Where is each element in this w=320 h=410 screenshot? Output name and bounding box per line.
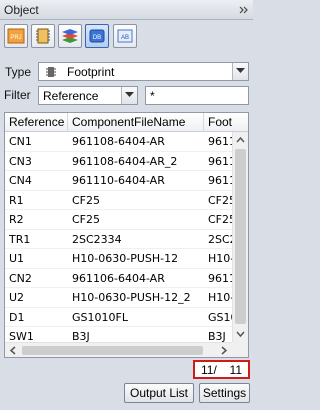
column-header-reference[interactable]: Reference: [5, 113, 68, 132]
counter-total: 11: [229, 363, 242, 377]
chevron-down-icon: [236, 68, 245, 73]
record-counter: 11/ 11: [193, 360, 250, 379]
type-select-value: Footprint: [67, 65, 115, 79]
cell-footprint: CF25: [208, 213, 232, 226]
ab-icon: AB: [117, 29, 133, 43]
object-table: Reference ComponentFileName Foot CN1 9611…: [4, 112, 249, 358]
cell-component-file-name: H10-0630-PUSH-12_2: [72, 291, 191, 304]
type-select[interactable]: Footprint: [38, 62, 249, 81]
component-icon: [36, 28, 50, 44]
cell-reference: U2: [9, 291, 25, 304]
cell-component-file-name: CF25: [72, 193, 101, 207]
cell-footprint: 9611: [208, 135, 232, 148]
table-row[interactable]: CN4 961110-6404-AR 9611: [5, 171, 232, 191]
output-list-button[interactable]: Output List: [124, 383, 194, 403]
table-row[interactable]: U2 H10-0630-PUSH-12_2 H10-: [5, 288, 232, 308]
db-icon: DB: [89, 29, 105, 43]
filter-value-text: *: [150, 89, 155, 103]
cell-reference: CN2: [9, 271, 32, 285]
svg-text:AB: AB: [121, 35, 129, 41]
cell-component-file-name: 961110-6404-AR: [72, 174, 165, 187]
table-body: CN1 961108-6404-AR 9611 CN3 961108-6404-AR_2…: [5, 132, 232, 347]
cell-footprint: 2SC2: [208, 232, 232, 246]
cell-component-file-name: CF25: [72, 213, 101, 226]
cell-component-file-name: H10-0630-PUSH-12: [72, 252, 179, 265]
cell-component-file-name: 961108-6404-AR: [72, 135, 165, 148]
cell-reference: U1: [9, 252, 25, 265]
counter-current: 11/: [201, 363, 217, 377]
panel-title: Object: [4, 3, 39, 17]
cell-reference: CN4: [9, 174, 32, 187]
table-row[interactable]: TR1 2SC2334 2SC2: [5, 230, 232, 249]
horizontal-scrollbar[interactable]: [5, 342, 232, 358]
component-button[interactable]: [31, 24, 55, 48]
filter-value-input[interactable]: *: [145, 86, 249, 105]
scroll-up-icon[interactable]: [233, 132, 248, 148]
scroll-right-icon[interactable]: [216, 343, 232, 358]
cell-footprint: 9611: [208, 271, 232, 285]
project-icon: PRJ: [7, 28, 25, 44]
cell-footprint: 9611: [208, 174, 232, 187]
cell-reference: TR1: [9, 232, 31, 246]
scrollbar-corner: [232, 342, 248, 357]
table-row[interactable]: R1 CF25 CF25: [5, 191, 232, 210]
cell-footprint: GS10: [208, 310, 232, 324]
cell-footprint: CF25: [208, 193, 232, 207]
project-button[interactable]: PRJ: [4, 24, 28, 48]
svg-text:PRJ: PRJ: [10, 35, 21, 41]
horizontal-scroll-thumb[interactable]: [22, 346, 203, 355]
cell-component-file-name: 961108-6404-AR_2: [72, 154, 178, 168]
vertical-scrollbar[interactable]: [232, 132, 248, 342]
svg-text:DB: DB: [93, 35, 101, 41]
db-button[interactable]: DB: [85, 24, 109, 48]
table-row[interactable]: R2 CF25 CF25: [5, 210, 232, 230]
vertical-scroll-thumb[interactable]: [235, 149, 246, 324]
collapse-panel-icon[interactable]: [239, 5, 249, 15]
chip-icon: [46, 67, 56, 77]
cell-component-file-name: 961106-6404-AR: [72, 271, 165, 285]
table-row[interactable]: CN3 961108-6404-AR_2 9611: [5, 152, 232, 171]
object-toolbar: PRJ DB AB: [0, 20, 253, 52]
column-header-component-file-name[interactable]: ComponentFileName: [68, 113, 204, 132]
cell-reference: R2: [9, 213, 24, 226]
table-row[interactable]: CN2 961106-6404-AR 9611: [5, 269, 232, 288]
settings-button[interactable]: Settings: [199, 383, 250, 403]
layer-button[interactable]: [58, 24, 82, 48]
cell-reference: D1: [9, 310, 25, 324]
cell-footprint: 9611: [208, 154, 232, 168]
cell-reference: CN1: [9, 135, 32, 148]
scroll-down-icon[interactable]: [233, 326, 248, 342]
layer-icon: [62, 29, 78, 43]
chevron-down-icon: [125, 92, 134, 97]
filter-field-arrow[interactable]: [121, 87, 137, 104]
table-row[interactable]: U1 H10-0630-PUSH-12 H10-: [5, 249, 232, 269]
cell-component-file-name: GS1010FL: [72, 310, 128, 324]
ab-button[interactable]: AB: [113, 24, 137, 48]
filter-field-select[interactable]: Reference: [38, 86, 138, 105]
filter-field-value: Reference: [43, 89, 99, 103]
type-select-arrow[interactable]: [232, 63, 248, 80]
scroll-left-icon[interactable]: [5, 343, 21, 358]
cell-reference: R1: [9, 193, 24, 207]
cell-reference: CN3: [9, 154, 32, 168]
cell-footprint: H10-: [208, 252, 232, 265]
filter-label: Filter: [4, 88, 31, 102]
panel-titlebar: Object: [0, 0, 253, 20]
table-header: Reference ComponentFileName Foot: [5, 113, 248, 132]
type-label: Type: [5, 65, 32, 79]
table-row[interactable]: D1 GS1010FL GS10: [5, 308, 232, 327]
table-row[interactable]: CN1 961108-6404-AR 9611: [5, 132, 232, 152]
cell-component-file-name: 2SC2334: [72, 232, 122, 246]
column-header-footprint[interactable]: Foot: [204, 113, 248, 132]
cell-footprint: H10-: [208, 291, 232, 304]
